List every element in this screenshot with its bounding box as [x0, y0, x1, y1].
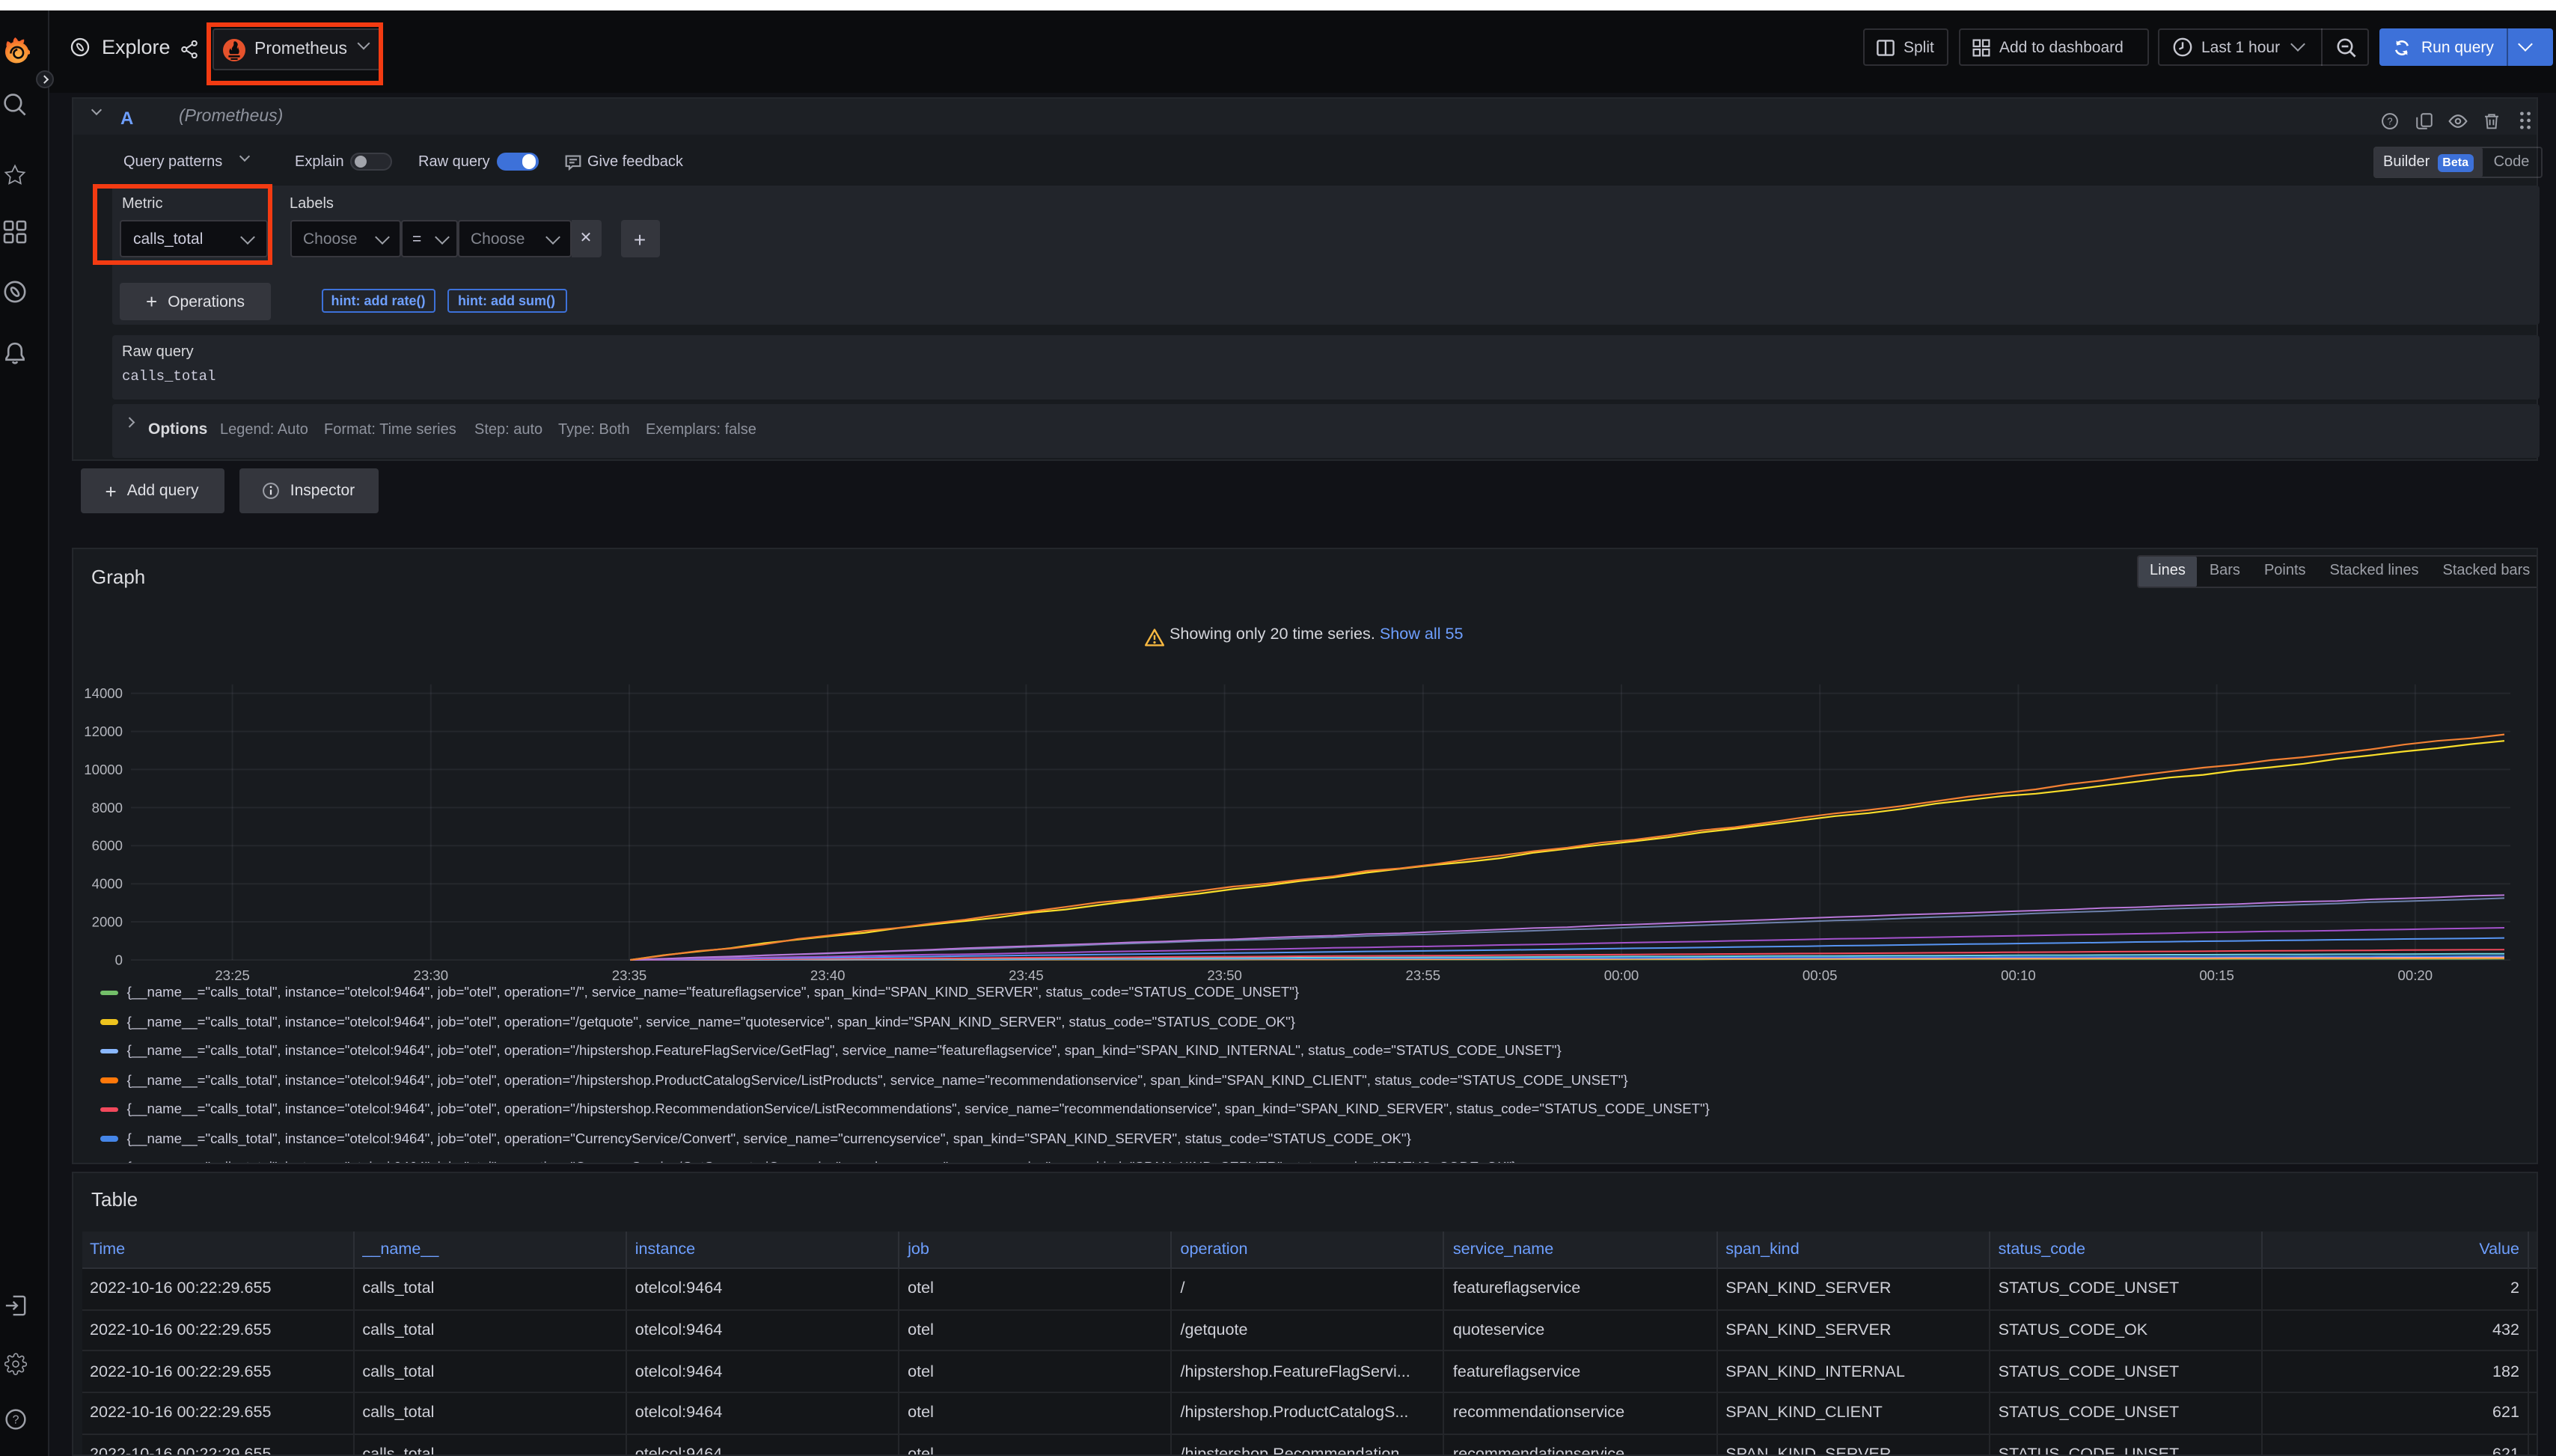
svg-text:10000: 10000: [83, 761, 122, 777]
svg-text:2000: 2000: [91, 913, 122, 929]
svg-text:0: 0: [114, 951, 122, 967]
svg-text:?: ?: [2386, 115, 2391, 126]
svg-text:6000: 6000: [91, 837, 122, 853]
svg-text:4000: 4000: [91, 875, 122, 891]
svg-text:14000: 14000: [83, 685, 122, 700]
svg-text:8000: 8000: [91, 799, 122, 815]
svg-text:?: ?: [13, 1414, 19, 1427]
svg-text:12000: 12000: [83, 723, 122, 738]
